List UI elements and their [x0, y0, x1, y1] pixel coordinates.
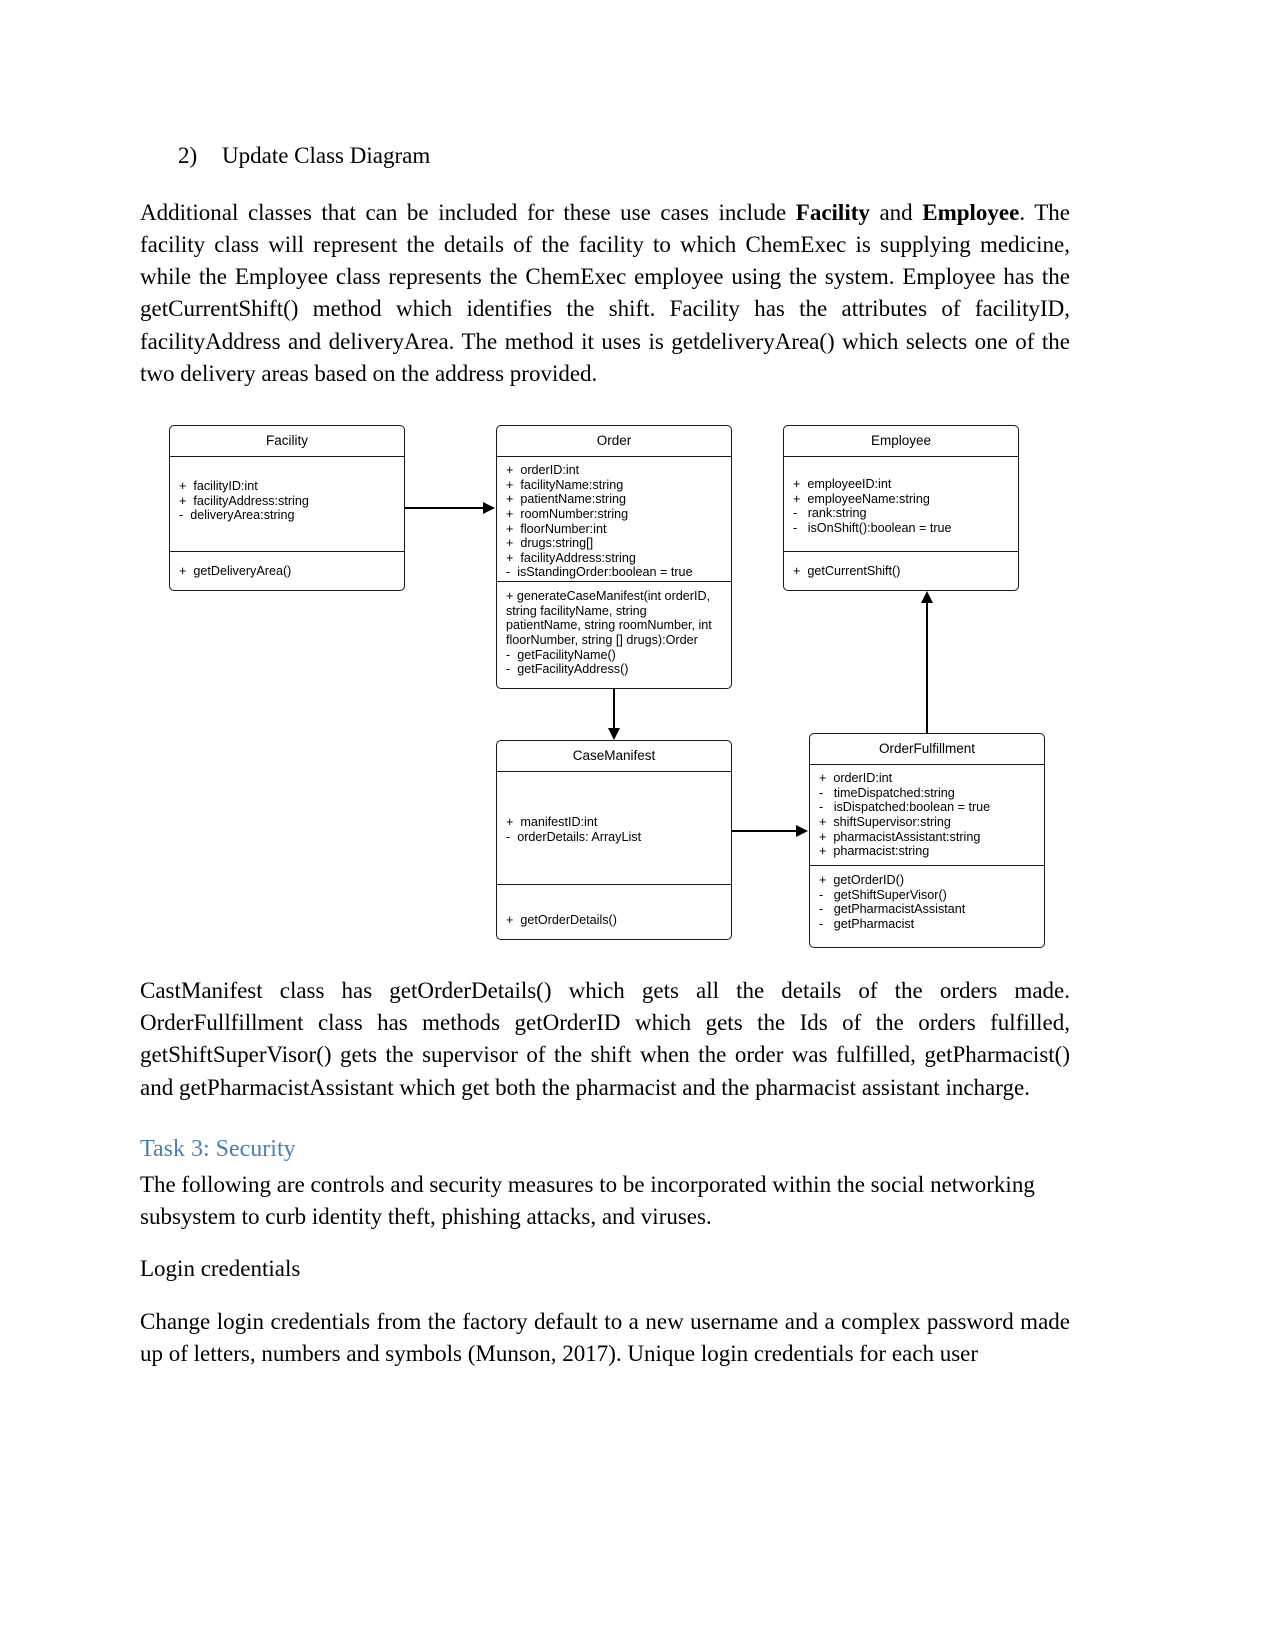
connector-facility-order: [405, 507, 483, 509]
intro-bold-employee: Employee: [922, 199, 1020, 225]
arrowhead-casemanifest-orderfulfillment: [796, 825, 808, 837]
uml-attr: + shiftSupervisor:string: [819, 814, 951, 829]
uml-class-order-attributes: + orderID:int + facilityName:string + pa…: [497, 457, 731, 581]
arrowhead-orderfulfillment-employee: [921, 591, 933, 603]
uml-attr: - deliveryArea:string: [179, 508, 295, 523]
uml-class-facility: Facility + facilityID:int + facilityAddr…: [169, 425, 405, 591]
uml-attr: + facilityAddress:string: [506, 550, 636, 565]
uml-attr: - isOnShift():boolean = true: [793, 520, 952, 535]
uml-attr: + roomNumber:string: [506, 506, 629, 521]
security-intro-paragraph: The following are controls and security …: [140, 1171, 1035, 1230]
uml-class-employee-title: Employee: [784, 426, 1018, 458]
uml-attr: + manifestID:int: [506, 815, 598, 830]
intro-text-a: Additional classes that can be included …: [140, 199, 796, 225]
document-body-lower: CastManifest class has getOrderDetails()…: [140, 975, 1070, 1370]
uml-attr: + floorNumber:int: [506, 521, 607, 536]
uml-attr: + facilityName:string: [506, 477, 624, 492]
uml-class-order-methods: + generateCaseManifest(int orderID, stri…: [497, 581, 731, 683]
uml-class-orderfulfillment-title: OrderFulfillment: [810, 734, 1044, 766]
uml-class-orderfulfillment: OrderFulfillment + orderID:int - timeDis…: [809, 733, 1045, 948]
uml-method: - getFacilityAddress(): [506, 662, 629, 677]
uml-attr: - rank:string: [793, 506, 867, 521]
uml-class-orderfulfillment-methods: + getOrderID() - getShiftSuperVisor() - …: [810, 865, 1044, 937]
arrowhead-order-casemanifest: [608, 728, 620, 740]
uml-method: + getOrderID(): [819, 873, 905, 888]
uml-class-casemanifest-attributes: + manifestID:int - orderDetails: ArrayLi…: [497, 772, 731, 884]
uml-attr: + drugs:string[]: [506, 536, 594, 551]
uml-method: + generateCaseManifest(int orderID, stri…: [506, 589, 712, 647]
uml-class-employee-attributes: + employeeID:int + employeeName:string -…: [784, 457, 1018, 551]
uml-class-order: Order + orderID:int + facilityName:strin…: [496, 425, 732, 689]
section-number: 2): [178, 143, 198, 168]
uml-method: - getPharmacistAssistant: [819, 902, 966, 917]
uml-class-facility-attributes: + facilityID:int + facilityAddress:strin…: [170, 457, 404, 551]
login-body-paragraph: Change login credentials from the factor…: [140, 1308, 1070, 1366]
uml-class-order-title: Order: [497, 426, 731, 458]
uml-class-casemanifest: CaseManifest + manifestID:int - orderDet…: [496, 740, 732, 940]
connector-order-casemanifest: [613, 689, 615, 728]
uml-attr: + pharmacistAssistant:string: [819, 829, 981, 844]
uml-method: + getCurrentShift(): [793, 564, 901, 579]
uml-method: - getShiftSuperVisor(): [819, 887, 947, 902]
connector-casemanifest-orderfulfillment: [732, 830, 796, 832]
document-body: 2) Update Class Diagram Additional class…: [140, 0, 1070, 390]
uml-attr: + orderID:int: [819, 771, 893, 786]
uml-attr: - timeDispatched:string: [819, 785, 955, 800]
login-credentials-heading: Login credentials: [140, 1256, 301, 1282]
intro-paragraph: Additional classes that can be included …: [140, 197, 1070, 390]
uml-class-facility-methods: + getDeliveryArea(): [170, 551, 404, 585]
uml-method: - getFacilityName(): [506, 647, 616, 662]
uml-attr: - isDispatched:boolean = true: [819, 800, 991, 815]
uml-attr: - orderDetails: ArrayList: [506, 829, 642, 844]
heading-task3: Task 3: Security: [140, 1135, 296, 1162]
uml-attr: + employeeID:int: [793, 477, 892, 492]
uml-class-facility-title: Facility: [170, 426, 404, 458]
intro-text-c: . The facility class will represent the …: [140, 199, 1071, 386]
uml-attr: + facilityID:int: [179, 479, 258, 494]
uml-class-casemanifest-methods: + getOrderDetails(): [497, 884, 731, 934]
uml-attr: - isStandingOrder:boolean = true: [506, 565, 693, 580]
uml-attr: + facilityAddress:string: [179, 493, 309, 508]
document-page: 2) Update Class Diagram Additional class…: [0, 0, 1275, 1650]
uml-attr: + orderID:int: [506, 463, 580, 478]
uml-method: + getOrderDetails(): [506, 913, 617, 928]
section-title: Update Class Diagram: [222, 143, 431, 168]
uml-attr: + patientName:string: [506, 492, 627, 507]
uml-attr: + employeeName:string: [793, 491, 930, 506]
class-diagram: Facility + facilityID:int + facilityAddr…: [0, 415, 1275, 948]
uml-class-employee-methods: + getCurrentShift(): [784, 551, 1018, 585]
uml-method: - getPharmacist: [819, 916, 915, 931]
uml-class-casemanifest-title: CaseManifest: [497, 741, 731, 773]
section-heading-item: 2) Update Class Diagram: [178, 142, 1070, 171]
arrowhead-facility-order: [483, 502, 495, 514]
uml-method: + getDeliveryArea(): [179, 564, 292, 579]
connector-orderfulfillment-employee: [926, 603, 928, 733]
intro-bold-facility: Facility: [795, 199, 870, 225]
uml-class-employee: Employee + employeeID:int + employeeName…: [783, 425, 1019, 591]
uml-attr: + pharmacist:string: [819, 844, 930, 859]
intro-text-b: and: [869, 199, 923, 225]
uml-class-orderfulfillment-attributes: + orderID:int - timeDispatched:string - …: [810, 765, 1044, 865]
after-diagram-paragraph: CastManifest class has getOrderDetails()…: [140, 978, 1070, 1100]
